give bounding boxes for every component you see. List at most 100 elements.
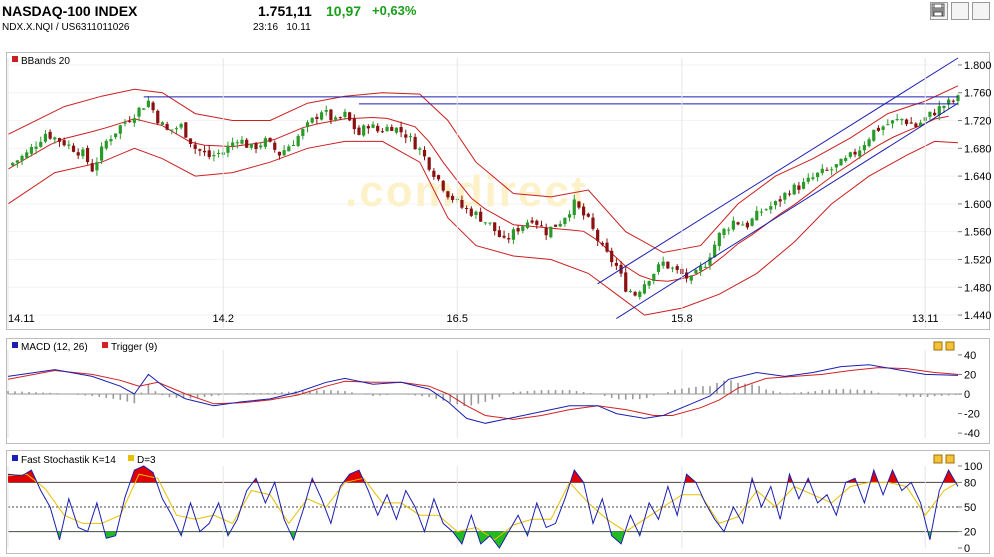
macd-y-tick-label: 0 [964,389,970,401]
candle-body [85,148,90,163]
candle-body [460,199,464,208]
candle-body [642,284,647,294]
candle-body [142,108,146,110]
macd-histogram-bar [533,390,536,394]
panel-close-icon [945,341,955,351]
candle-body [118,125,122,134]
macd-histogram-bar [645,394,648,399]
candle-body [71,145,76,152]
candle-body [380,131,384,133]
panel-settings-icon [933,454,943,464]
candle-body [858,150,862,157]
macd-histogram-bar [442,394,445,401]
candle-body [291,144,296,146]
candle-body [881,126,885,130]
macd-histogram-bar [245,393,248,394]
candle-body [834,164,838,168]
macd-histogram-bar [42,392,44,394]
macd-histogram-bar [512,392,515,394]
candle-body [450,195,455,200]
macd-histogram-bar [624,394,627,400]
legend-swatch-bbands [12,56,18,62]
candle-body [109,139,113,142]
panel-close-icon [945,454,955,464]
candle-body [811,177,815,180]
candle-body [362,125,366,136]
candle-body [502,235,506,238]
candle-body [184,122,188,138]
stoch-y-tick-label: 20 [964,527,976,539]
macd-histogram-bar [926,394,929,398]
candle-body [488,222,492,224]
candle-body [385,126,389,132]
macd-histogram-bar [617,394,620,400]
candle-body [249,143,253,148]
candle-body [722,228,726,235]
candle-body [123,122,127,124]
candle-body [465,207,469,209]
candle-body [174,128,179,130]
macd-histogram-bar [912,394,915,397]
candle-body [132,118,136,123]
candle-body [324,109,328,112]
price-y-tick-label: 1.480 [964,282,992,294]
macd-histogram-bar [316,390,318,394]
legend-swatch-macd [12,342,18,348]
candle-body [638,291,642,297]
macd-histogram-bar [7,391,9,394]
macd-histogram-bar [133,394,136,404]
macd-histogram-bar [56,393,58,394]
candle-body [34,146,38,149]
macd-histogram-bar [407,394,409,395]
candle-body [783,192,787,200]
candle-body [801,181,806,189]
x-tick-label: 14.11 [8,313,35,325]
candle-body [661,261,665,266]
candle-body [282,150,286,156]
macd-histogram-bar [891,394,894,395]
macd-histogram-bar [28,391,30,394]
candle-body [427,157,431,170]
candle-body [48,131,52,139]
candle-body [764,209,768,211]
macd-histogram-bar [589,393,592,394]
candle-body [15,160,19,163]
macd-histogram-bar [863,389,866,394]
macd-histogram-bar [224,394,227,395]
macd-histogram-bar [807,391,810,394]
macd-histogram-bar [653,394,655,396]
candle-body [797,185,801,190]
macd-histogram-bar [203,394,206,397]
legend-swatch-stoch-d [128,455,134,461]
candle-body [886,124,890,126]
macd-histogram-bar [491,394,494,400]
candle-body [43,133,48,142]
candle-body [104,140,108,149]
macd-histogram-bar [168,394,171,398]
price-y-tick-label: 1.800 [964,60,992,72]
macd-histogram-bar [681,388,683,394]
macd-histogram-bar [835,389,838,394]
candle-body [675,266,679,270]
candle-body [188,138,193,144]
candle-body [156,110,160,124]
candle-body [235,142,239,144]
candle-body [904,119,909,125]
candle-body [600,242,604,245]
chart-canvas: BBands 20 1.8001.7601.7201.6801.6401.6001… [7,56,992,555]
macd-histogram-bar [540,390,543,394]
candle-body [511,229,516,240]
candle-body [212,155,216,157]
candle-body [914,123,918,127]
candle-body [29,146,33,154]
macd-histogram-bar [870,390,873,394]
macd-histogram-bar [709,386,711,394]
candle-body [404,134,408,138]
candle-body [408,136,413,138]
candle-body [333,117,338,120]
candle-body [806,177,810,182]
macd-histogram-bar [217,394,220,396]
macd-histogram-bar [603,394,606,396]
candle-body [647,281,651,286]
legend-macd: MACD (12, 26) [21,342,88,353]
